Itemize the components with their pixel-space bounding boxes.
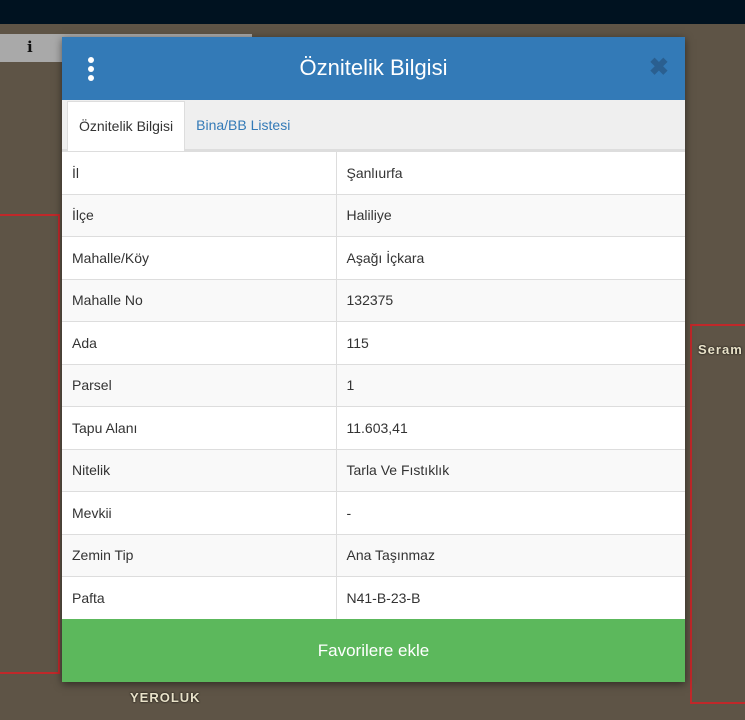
- table-row: Pafta N41-B-23-B: [62, 576, 685, 619]
- table-row: Nitelik Tarla Ve Fıstıklık: [62, 448, 685, 492]
- attribute-info-dialog: Öznitelik Bilgisi ✖ Öznitelik Bilgisi Bi…: [62, 37, 685, 682]
- attribute-value: 132375: [336, 278, 685, 322]
- table-row: İlçe Haliliye: [62, 193, 685, 237]
- table-row: Mahalle/Köy Aşağı İçkara: [62, 236, 685, 279]
- top-bar: [0, 0, 745, 24]
- attribute-key: İlçe: [62, 193, 337, 237]
- table-row: Mahalle No 132375: [62, 278, 685, 322]
- table-row: İl Şanlıurfa: [62, 151, 685, 194]
- tab-attribute-info[interactable]: Öznitelik Bilgisi: [67, 101, 186, 151]
- attribute-key: Mahalle No: [62, 278, 337, 322]
- close-icon[interactable]: ✖: [649, 53, 669, 82]
- attribute-value: Ana Taşınmaz: [336, 533, 685, 577]
- attribute-key: Mevkii: [62, 491, 337, 534]
- table-row: Parsel 1: [62, 363, 685, 407]
- attribute-value: 11.603,41: [336, 406, 685, 449]
- parcel-boundary: [0, 214, 60, 674]
- attribute-value: N41-B-23-B: [336, 576, 685, 619]
- tab-building-list[interactable]: Bina/BB Listesi: [185, 101, 301, 149]
- add-to-favorites-button[interactable]: Favorilere ekle: [62, 619, 685, 682]
- attribute-value: Şanlıurfa: [336, 151, 685, 194]
- attribute-key: Ada: [62, 321, 337, 364]
- attribute-key: Mahalle/Köy: [62, 236, 337, 279]
- table-row: Mevkii -: [62, 491, 685, 534]
- info-icon[interactable]: i: [27, 38, 33, 56]
- map-label: YEROLUK: [130, 690, 201, 705]
- attribute-value: Tarla Ve Fıstıklık: [336, 448, 685, 492]
- attribute-key: Nitelik: [62, 448, 337, 492]
- dialog-title: Öznitelik Bilgisi: [299, 55, 448, 80]
- attribute-value: -: [336, 491, 685, 534]
- parcel-boundary: [690, 324, 745, 704]
- attribute-value: Aşağı İçkara: [336, 236, 685, 279]
- table-row: Tapu Alanı 11.603,41: [62, 406, 685, 449]
- dialog-header: Öznitelik Bilgisi ✖: [62, 37, 685, 100]
- attribute-value: 115: [336, 321, 685, 364]
- attribute-key: Pafta: [62, 576, 337, 619]
- attribute-value: 1: [336, 363, 685, 407]
- attribute-key: Parsel: [62, 363, 337, 407]
- attribute-key: İl: [62, 151, 337, 194]
- attribute-value: Haliliye: [336, 193, 685, 237]
- attribute-table: İl Şanlıurfa İlçe Haliliye Mahalle/Köy Aşağı …: [62, 151, 685, 619]
- table-row: Zemin Tip Ana Taşınmaz: [62, 533, 685, 577]
- table-row: Ada 115: [62, 321, 685, 364]
- map-label: Seram: [698, 342, 743, 357]
- tab-bar: Öznitelik Bilgisi Bina/BB Listesi: [62, 100, 685, 151]
- attribute-key: Zemin Tip: [62, 533, 337, 577]
- attribute-key: Tapu Alanı: [62, 406, 337, 449]
